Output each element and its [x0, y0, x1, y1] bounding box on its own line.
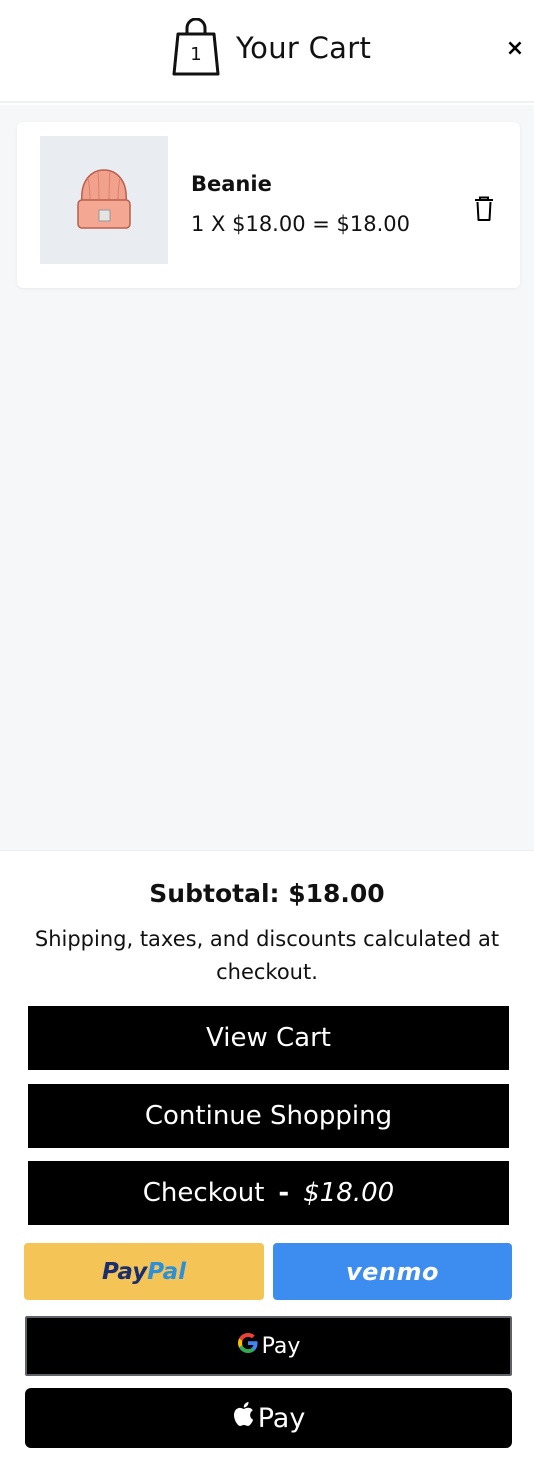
venmo-button[interactable]: venmo: [273, 1243, 512, 1300]
google-pay-label: Pay: [261, 1333, 301, 1359]
cart-title-group: 1 Your Cart: [170, 18, 371, 78]
checkout-separator: -: [278, 1178, 290, 1208]
google-pay-button[interactable]: Pay: [25, 1316, 512, 1376]
apple-icon: [232, 1401, 254, 1431]
shipping-note: Shipping, taxes, and discounts calculate…: [34, 927, 500, 984]
venmo-logo: venmo: [345, 1257, 439, 1286]
cart-line-item: Beanie 1 X $18.00 = $18.00: [17, 122, 520, 288]
paypal-button[interactable]: Pay Pal: [24, 1243, 264, 1300]
apple-pay-button[interactable]: Pay: [25, 1388, 512, 1448]
checkout-button[interactable]: Checkout - $18.00: [28, 1161, 509, 1225]
continue-shopping-label: Continue Shopping: [144, 1101, 393, 1131]
close-icon[interactable]: ×: [504, 38, 526, 60]
apple-pay-label: Pay: [257, 1402, 306, 1434]
paypal-logo-pal: Pal: [147, 1258, 186, 1285]
product-name[interactable]: Beanie: [191, 172, 272, 196]
paypal-logo-pay: Pay: [102, 1258, 148, 1285]
trash-icon[interactable]: [473, 196, 495, 222]
cart-items-area: Beanie 1 X $18.00 = $18.00: [0, 105, 534, 850]
beanie-image: [77, 169, 131, 229]
cart-footer: Subtotal: $18.00 Shipping, taxes, and di…: [0, 850, 534, 1468]
shopping-bag-icon: 1: [170, 18, 222, 78]
google-g-icon: [237, 1332, 259, 1360]
product-quantity-price: 1 X $18.00 = $18.00: [191, 212, 411, 236]
checkout-label: Checkout: [142, 1178, 265, 1208]
cart-header: 1 Your Cart ×: [0, 0, 534, 103]
product-image[interactable]: [40, 136, 168, 264]
view-cart-button[interactable]: View Cart: [28, 1006, 509, 1070]
checkout-amount: $18.00: [303, 1178, 395, 1208]
cart-title: Your Cart: [236, 31, 372, 65]
view-cart-label: View Cart: [206, 1023, 331, 1053]
cart-count: 1: [190, 44, 202, 65]
subtotal: Subtotal: $18.00: [149, 879, 385, 908]
continue-shopping-button[interactable]: Continue Shopping: [28, 1084, 509, 1148]
